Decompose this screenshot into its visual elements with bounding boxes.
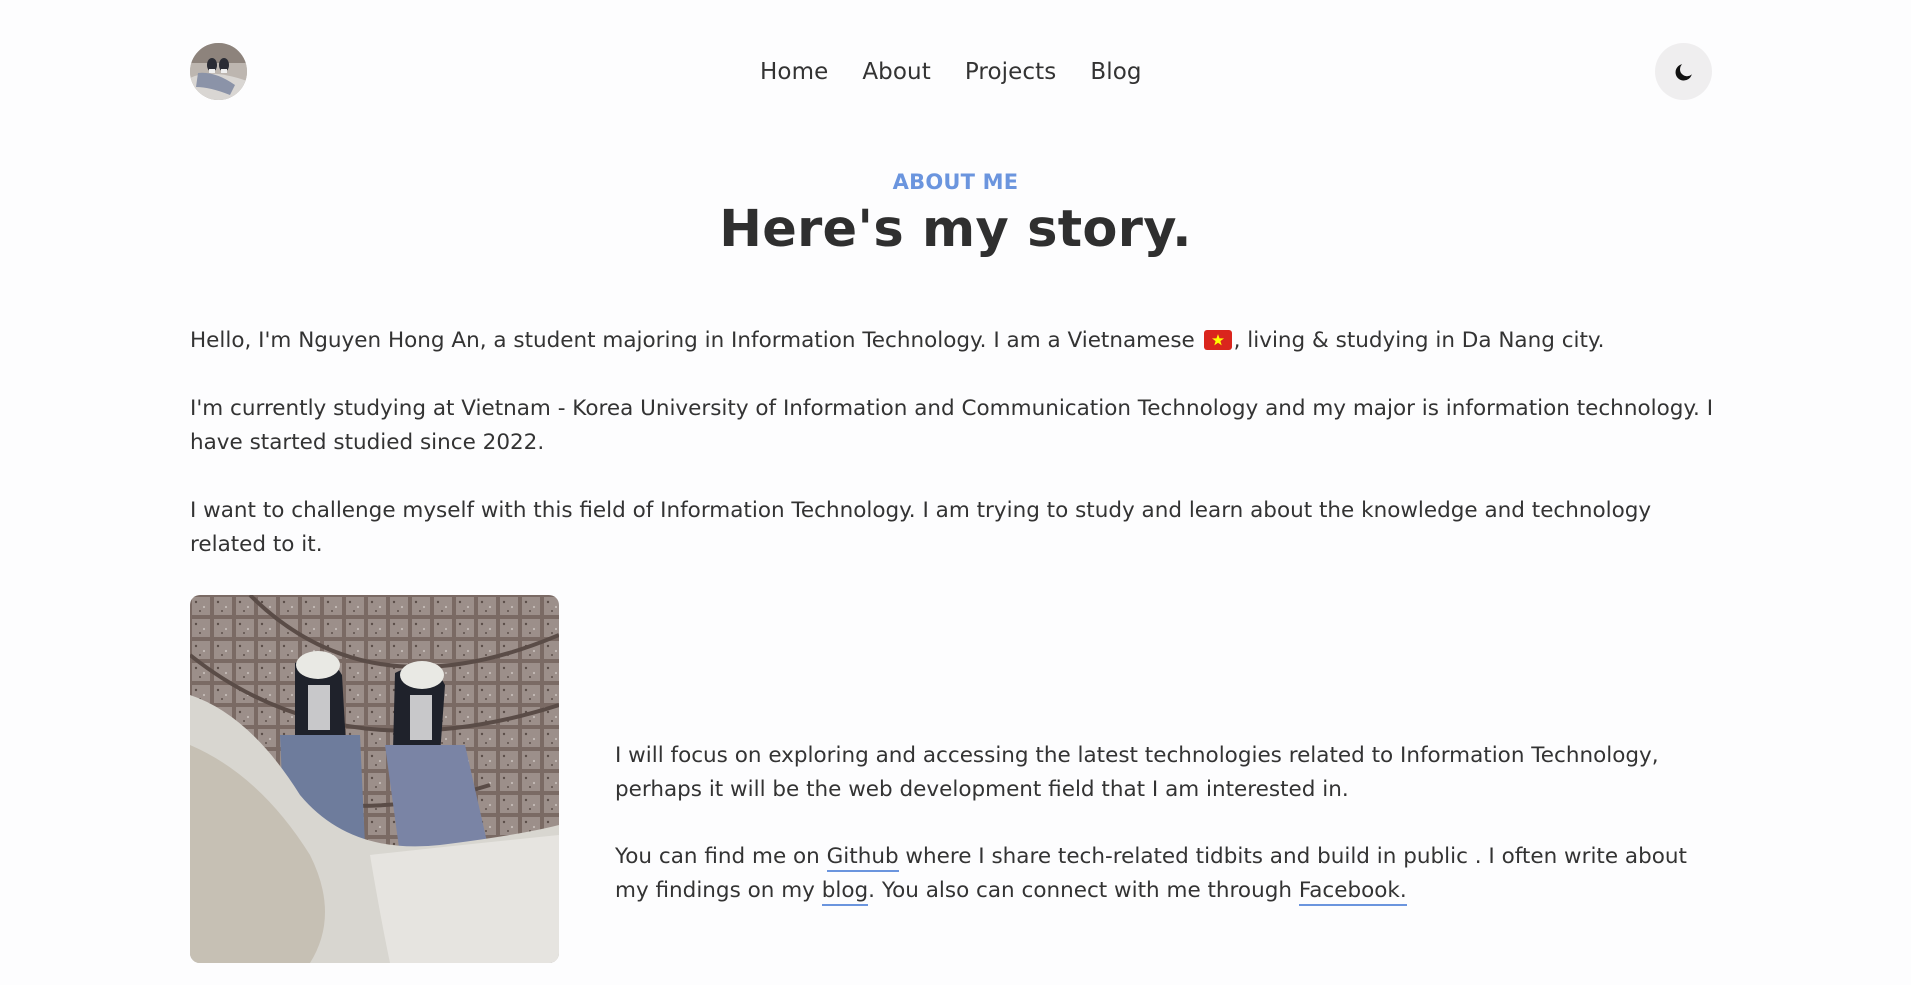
profile-photo [190, 595, 559, 963]
details-paragraph-2: You can find me on Github where I share … [615, 840, 1725, 908]
facebook-link[interactable]: Facebook. [1298, 878, 1407, 906]
theme-toggle-button[interactable] [1655, 43, 1712, 100]
about-page: Home About Projects Blog ABOUT ME Here's… [0, 0, 1911, 985]
site-header: Home About Projects Blog [190, 43, 1712, 100]
blog-link[interactable]: blog [821, 878, 869, 906]
vietnam-flag-icon [1203, 330, 1232, 350]
page-title: Here's my story. [719, 200, 1192, 259]
moon-icon [1675, 63, 1692, 81]
section-eyebrow: ABOUT ME [892, 170, 1019, 194]
nav-blog-link[interactable]: Blog [1090, 59, 1141, 85]
nav-about-link[interactable]: About [862, 59, 931, 85]
avatar[interactable] [190, 43, 247, 100]
details-text-3: . You also can connect with me through [868, 878, 1299, 903]
nav-projects-link[interactable]: Projects [965, 59, 1056, 85]
main-nav: Home About Projects Blog [760, 43, 1142, 100]
intro-paragraph-2: I'm currently studying at Vietnam - Kore… [190, 396, 1714, 455]
github-link[interactable]: Github [826, 844, 899, 872]
avatar-image [190, 43, 247, 100]
intro-text-1b: , living & studying in Da Nang city. [1233, 328, 1605, 353]
nav-home-link[interactable]: Home [760, 59, 828, 85]
intro-text-1: Hello, I'm Nguyen Hong An, a student maj… [190, 328, 1195, 353]
sneakers-photo-image [190, 595, 559, 963]
details-paragraph-1: I will focus on exploring and accessing … [615, 743, 1659, 802]
details-text-1: You can find me on [615, 844, 827, 869]
intro-paragraph-1: Hello, I'm Nguyen Hong An, a student maj… [190, 324, 1730, 358]
intro-paragraph-3: I want to challenge myself with this fie… [190, 498, 1652, 557]
